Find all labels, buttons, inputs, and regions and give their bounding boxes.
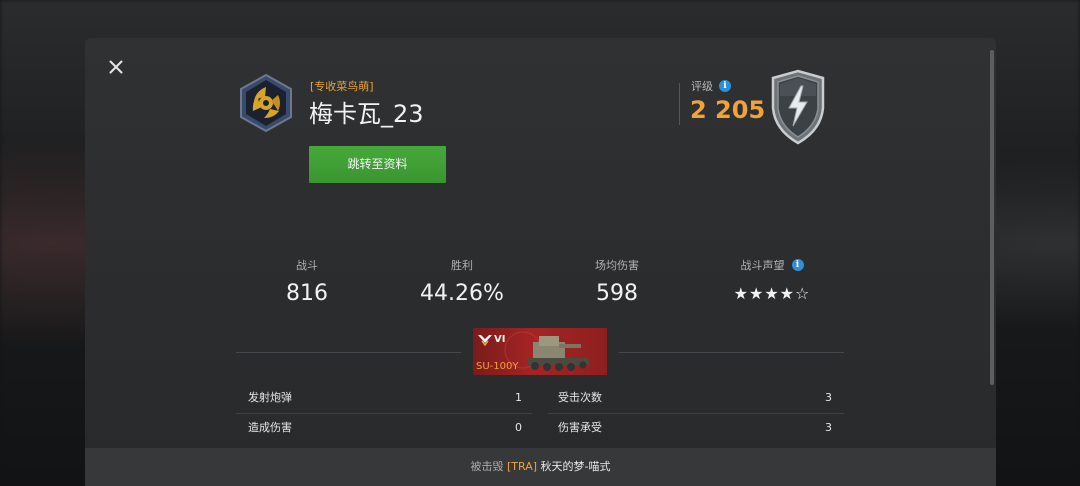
- stat-wins-value: 44.26%: [420, 281, 504, 306]
- player-info-dialog: [专收菜鸟萌] 梅卡瓦_23 跳转至资料 评级 i 2 205 战斗 816 胜…: [85, 38, 996, 486]
- divider-left: [236, 352, 461, 353]
- clan-tag: [专收菜鸟萌]: [310, 80, 374, 93]
- detail-shots-fired: 发射炮弹 1: [248, 383, 522, 413]
- detail-value: 1: [515, 391, 522, 404]
- killer-clan-tag: [TRA]: [506, 460, 538, 473]
- tank-name: SU-100Y: [476, 361, 519, 372]
- reputation-stars: ★★★★☆: [733, 284, 811, 303]
- killer-name[interactable]: 秋天的梦-喵式: [541, 460, 611, 473]
- tank-card[interactable]: VI SU-100Y: [473, 328, 607, 375]
- detail-label: 造成伤害: [248, 421, 292, 434]
- detail-value: 0: [515, 421, 522, 434]
- rating-label-row: 评级 i: [691, 78, 731, 94]
- tier-chevron-icon: [478, 335, 492, 347]
- close-icon: [109, 60, 123, 74]
- tank-tier: VI: [494, 334, 506, 345]
- stat-avg-damage-value: 598: [596, 281, 638, 306]
- rating-divider: [679, 83, 680, 125]
- close-button[interactable]: [107, 58, 125, 76]
- clan-emblem-icon[interactable]: [238, 73, 294, 133]
- detail-hits-received: 受击次数 3: [558, 383, 832, 413]
- stat-avg-damage-label: 场均伤害: [595, 259, 639, 272]
- rating-label: 评级: [691, 80, 713, 93]
- divider-right: [619, 352, 844, 353]
- detail-label: 发射炮弹: [248, 391, 292, 404]
- stat-wins-label: 胜利: [451, 259, 473, 272]
- rating-value: 2 205: [690, 96, 766, 124]
- destroyed-by-footer: 被击毁 [TRA] 秋天的梦-喵式: [85, 448, 996, 486]
- scrollbar[interactable]: [990, 50, 994, 385]
- detail-label: 伤害承受: [558, 421, 602, 434]
- stat-reputation-label: 战斗声望: [740, 259, 785, 272]
- stat-battles: 战斗 816: [232, 258, 382, 306]
- player-name: 梅卡瓦_23: [309, 100, 424, 128]
- detail-value: 3: [825, 391, 832, 404]
- detail-value: 3: [825, 421, 832, 434]
- info-icon[interactable]: i: [791, 259, 804, 271]
- stat-reputation: 战斗声望 i ★★★★☆: [697, 258, 847, 303]
- destroyed-by-label: 被击毁: [470, 460, 504, 473]
- detail-label: 受击次数: [558, 391, 602, 404]
- lightning-shield-icon: [765, 68, 831, 146]
- stat-avg-damage: 场均伤害 598: [542, 258, 692, 306]
- go-to-profile-button[interactable]: 跳转至资料: [309, 146, 446, 183]
- stat-battles-value: 816: [286, 281, 328, 306]
- info-icon[interactable]: i: [719, 80, 731, 92]
- detail-damage-received: 伤害承受 3: [558, 413, 832, 443]
- stat-battles-label: 战斗: [296, 259, 318, 272]
- stat-wins: 胜利 44.26%: [387, 258, 537, 306]
- detail-damage-dealt: 造成伤害 0: [248, 413, 522, 443]
